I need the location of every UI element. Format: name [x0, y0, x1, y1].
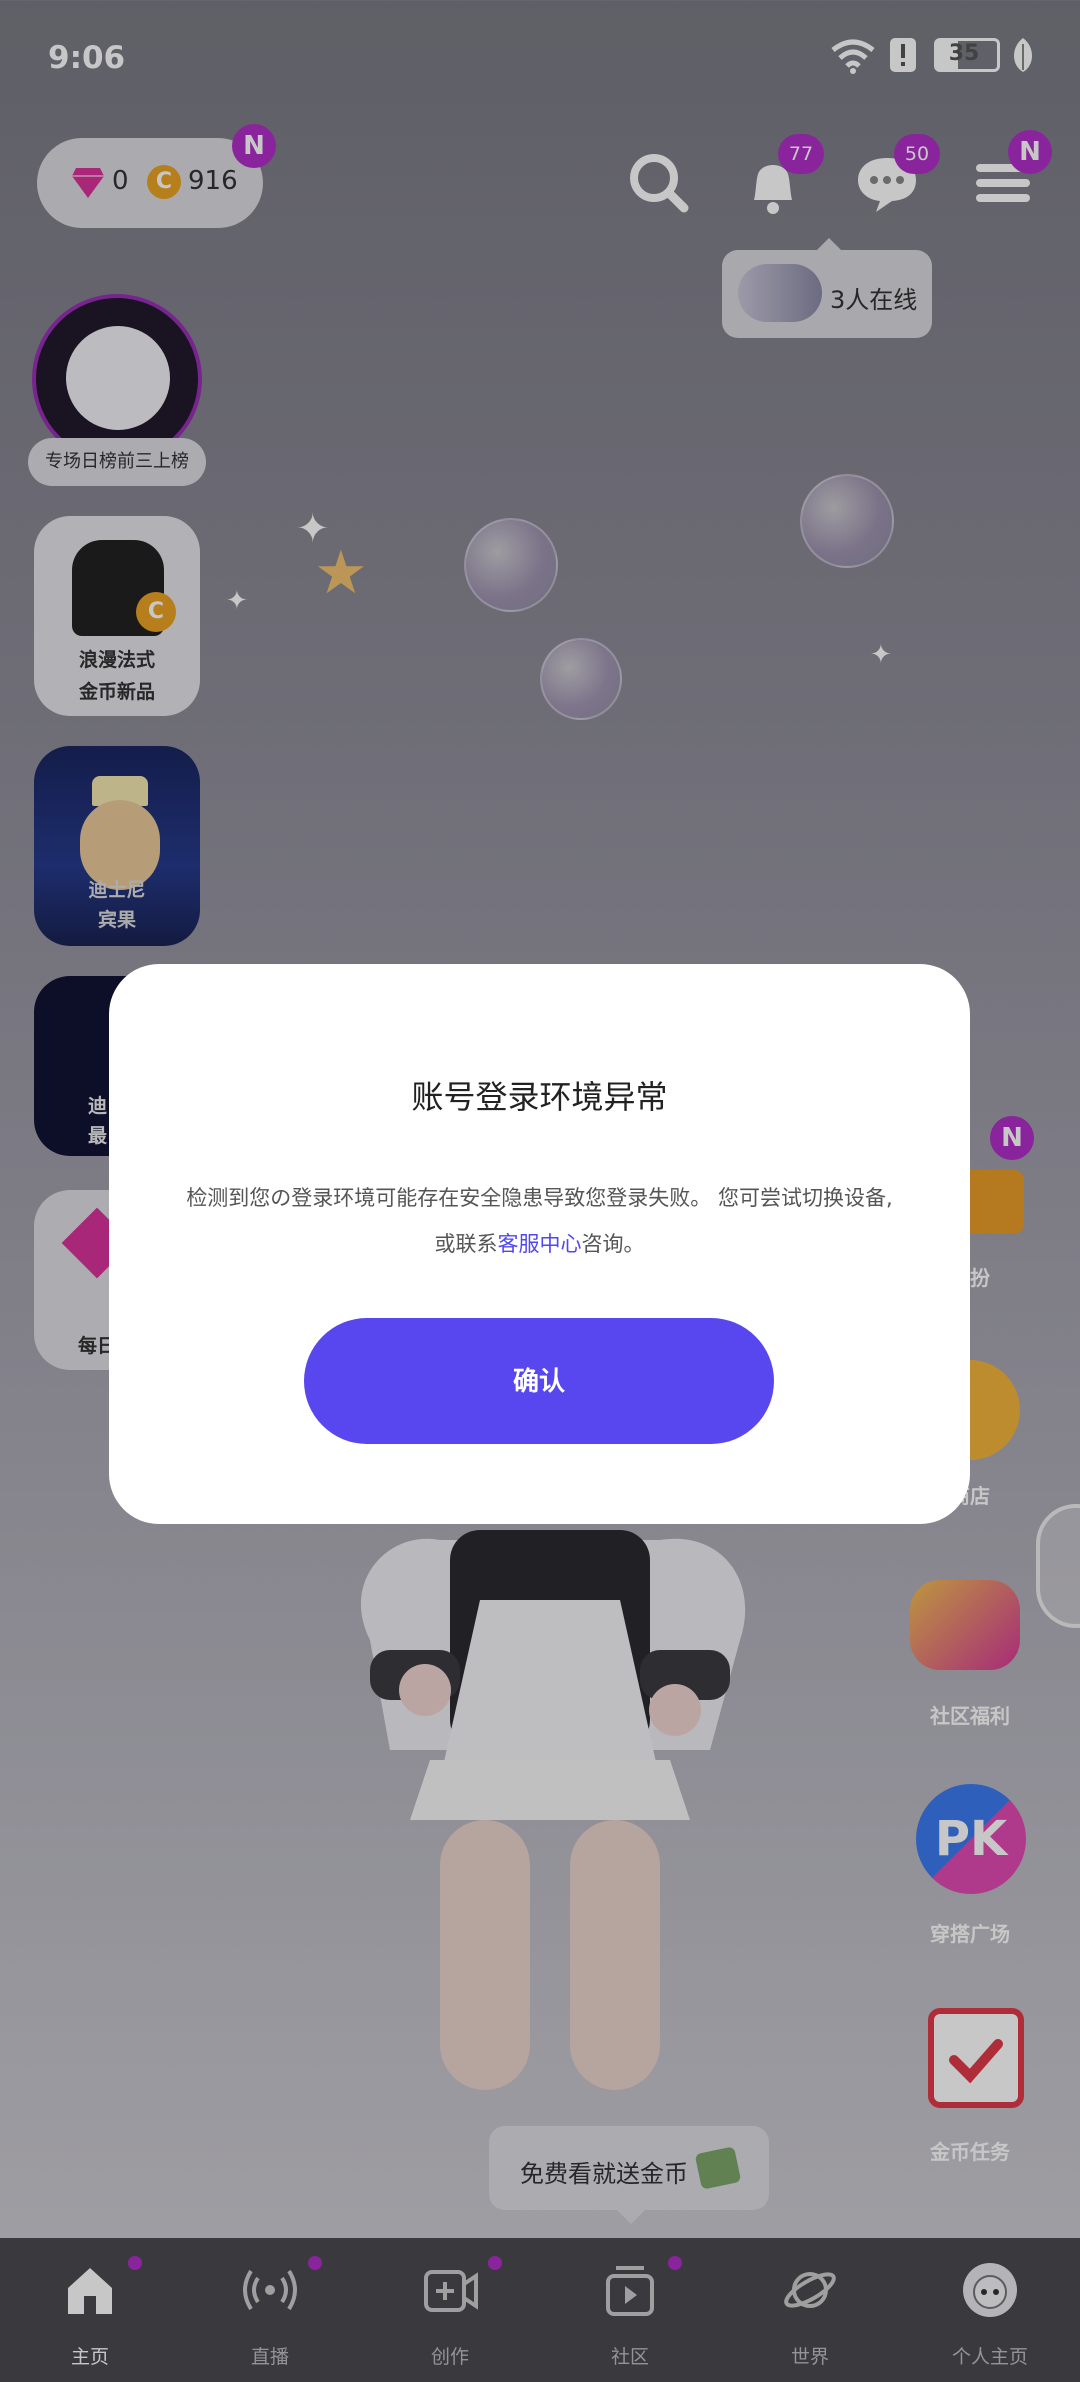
dialog-message-suffix: 咨询。: [581, 1232, 645, 1256]
dialog-message-prefix: 或联系: [434, 1232, 498, 1256]
confirm-button[interactable]: 确认: [304, 1318, 774, 1444]
customer-service-link[interactable]: 客服中心: [498, 1232, 582, 1256]
dialog-message-line2: 或联系客服中心咨询。: [109, 1228, 970, 1258]
dialog-title: 账号登录环境异常: [411, 1078, 668, 1116]
dialog-message-line1: 检测到您の登录环境可能存在安全隐患导致您登录失败。 您可尝试切换设备,: [186, 1186, 893, 1210]
